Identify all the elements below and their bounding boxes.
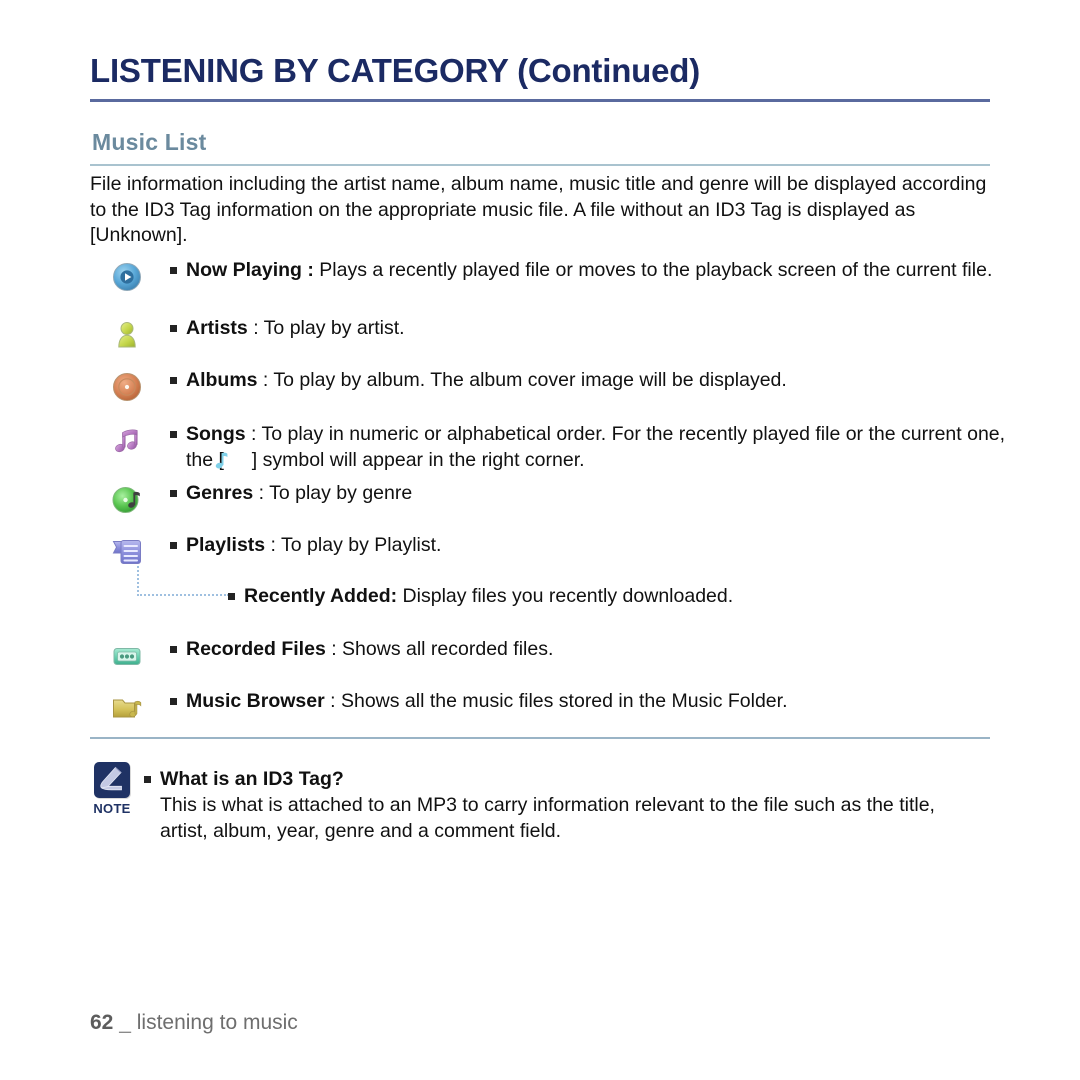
feature-desc: Plays a recently played file or moves to…	[313, 259, 993, 281]
bullet-marker	[228, 593, 235, 600]
feature-term: Music Browser	[186, 690, 325, 712]
section-title: Music List	[92, 129, 207, 155]
footer-separator: _	[119, 1011, 131, 1034]
note-badge-label: NOTE	[93, 801, 131, 816]
feature-desc: : To play by Playlist.	[265, 534, 442, 556]
subfeature-term: Recently Added:	[244, 585, 398, 607]
feature-desc: : To play by artist.	[247, 317, 405, 339]
footer-chapter: listening to music	[136, 1011, 298, 1034]
feature-desc: : Shows all the music files stored in th…	[324, 690, 788, 712]
manual-page: LISTENING BY CATEGORY (Continued) Music …	[0, 0, 1080, 1080]
bullet-marker	[170, 325, 177, 332]
feature-term: Playlists	[186, 534, 266, 556]
footer-page-number: 62	[90, 1011, 114, 1034]
feature-text: Albums : To play by album. The album cov…	[170, 368, 1006, 394]
title-divider	[90, 99, 990, 102]
note-icon-group: NOTE	[88, 762, 136, 816]
playlists-icon	[110, 535, 144, 569]
subfeature-recently-added: Recently Added: Display files you recent…	[228, 584, 988, 610]
songs-icon	[110, 424, 144, 458]
feature-desc: : Shows all recorded files.	[325, 638, 554, 660]
bullet-marker	[170, 542, 177, 549]
feature-text: Recorded Files : Shows all recorded file…	[170, 637, 1006, 663]
artists-icon	[110, 318, 144, 352]
note-hand-icon	[94, 762, 130, 798]
connector-horizontal	[137, 594, 229, 596]
page-title: LISTENING BY CATEGORY (Continued)	[90, 52, 701, 89]
albums-icon	[110, 370, 144, 404]
section-divider	[90, 164, 990, 166]
bullet-marker	[170, 431, 177, 438]
bullet-marker	[144, 776, 151, 783]
bullet-marker	[170, 267, 177, 274]
feature-desc: : To play by album. The album cover imag…	[257, 369, 787, 391]
feature-text: Music Browser : Shows all the music file…	[170, 689, 1006, 715]
note-heading: What is an ID3 Tag?	[160, 768, 344, 790]
feature-text: Genres : To play by genre	[170, 481, 1006, 507]
bullet-marker	[170, 646, 177, 653]
connector-vertical	[137, 566, 139, 596]
bullet-marker	[170, 377, 177, 384]
music-note-icon	[216, 451, 244, 470]
feature-term: Recorded Files	[186, 638, 326, 660]
feature-text: Playlists : To play by Playlist.	[170, 533, 1006, 559]
now-playing-icon	[110, 260, 144, 294]
intro-paragraph: File information including the artist na…	[90, 173, 987, 246]
bullet-marker	[170, 490, 177, 497]
feature-term: Genres	[186, 482, 254, 504]
genres-icon	[110, 483, 144, 517]
note-text: What is an ID3 Tag? This is what is atta…	[144, 766, 984, 844]
feature-text: Songs : To play in numeric or alphabetic…	[170, 422, 1006, 473]
page-footer: 62 _ listening to music	[90, 1011, 298, 1035]
recorded-files-icon	[110, 639, 144, 673]
feature-term: Now Playing :	[186, 259, 314, 281]
feature-term: Artists	[186, 317, 248, 339]
feature-term: Songs	[186, 423, 246, 445]
feature-text: Artists : To play by artist.	[170, 316, 1006, 342]
feature-desc-after: ] symbol will appear in the right corner…	[246, 448, 585, 471]
note-divider	[90, 737, 990, 739]
feature-text: Now Playing : Plays a recently played fi…	[170, 258, 1006, 284]
note-body: This is what is attached to an MP3 to ca…	[160, 794, 935, 842]
bullet-marker	[170, 698, 177, 705]
note-heading-line: What is an ID3 Tag?	[144, 766, 984, 792]
feature-desc: : To play by genre	[253, 482, 413, 504]
playlists-connector	[137, 566, 229, 596]
feature-term: Albums	[186, 369, 258, 391]
music-browser-icon	[110, 691, 144, 725]
subfeature-desc: Display files you recently downloaded.	[397, 585, 734, 607]
